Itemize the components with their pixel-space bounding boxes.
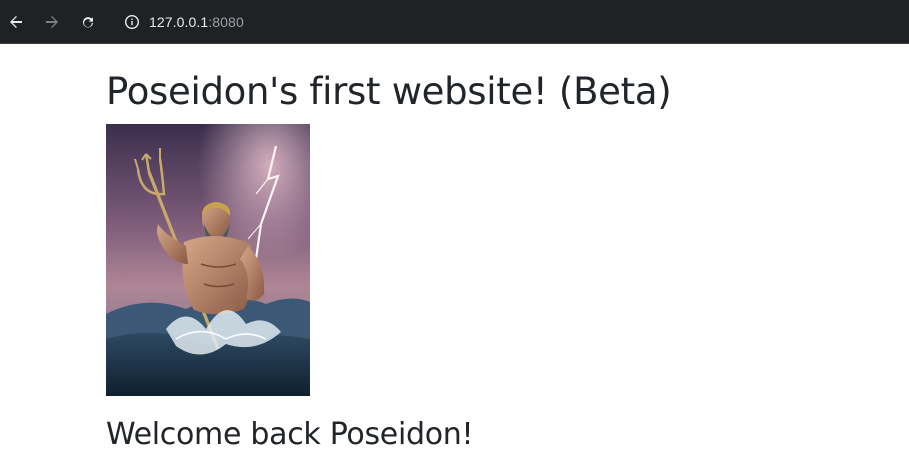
- welcome-message: Welcome back Poseidon!: [106, 417, 474, 452]
- poseidon-image: [106, 124, 310, 396]
- page-title: Poseidon's first website! (Beta): [106, 70, 672, 113]
- browser-toolbar: 127.0.0.1:8080: [0, 0, 909, 44]
- forward-button[interactable]: [42, 12, 62, 32]
- back-button[interactable]: [6, 12, 26, 32]
- arrow-right-icon: [46, 15, 58, 28]
- url-host: 127.0.0.1: [149, 13, 209, 30]
- address-bar[interactable]: 127.0.0.1:8080: [114, 5, 901, 38]
- reload-icon: [82, 16, 94, 27]
- reload-button[interactable]: [78, 12, 98, 32]
- info-icon[interactable]: [124, 14, 140, 30]
- url-text[interactable]: 127.0.0.1:8080: [149, 14, 244, 30]
- url-port: :8080: [208, 13, 244, 30]
- arrow-left-icon: [10, 15, 22, 28]
